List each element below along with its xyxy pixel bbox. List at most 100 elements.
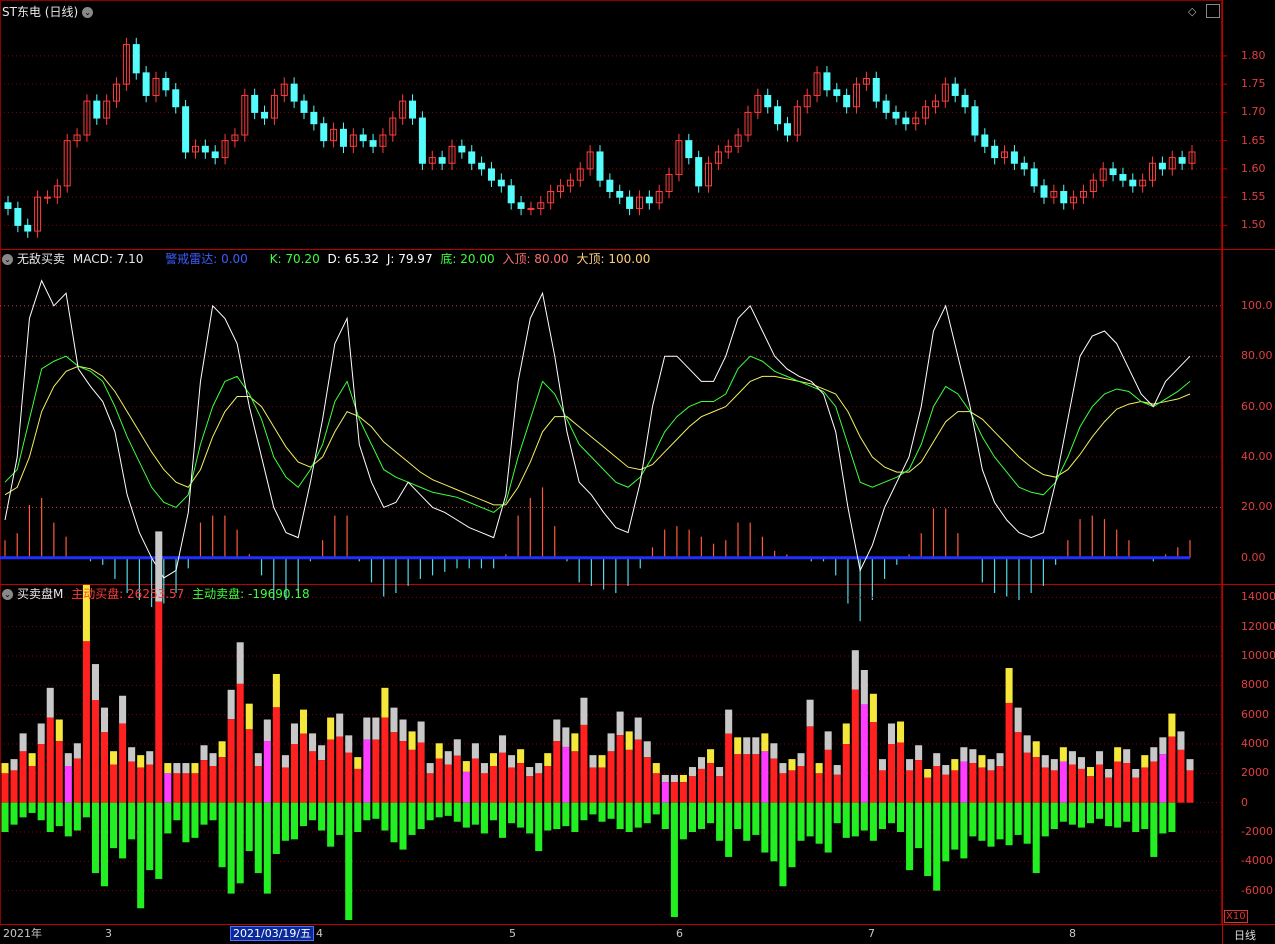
y-tick-label: 6000 xyxy=(1241,707,1269,721)
buy-cap-bar xyxy=(670,774,678,783)
indicator1-name[interactable]: 无敌买卖 xyxy=(17,252,65,266)
buy-bar xyxy=(399,741,407,803)
buy-bar xyxy=(46,717,54,803)
buy-bar xyxy=(679,782,687,803)
candle-body xyxy=(951,83,959,96)
sell-bar xyxy=(1168,802,1176,832)
buy-bar xyxy=(435,758,443,803)
buy-bar xyxy=(345,752,353,803)
buy-bar xyxy=(1068,764,1076,803)
buy-cap-bar xyxy=(480,763,488,774)
candle-body xyxy=(300,100,308,113)
buy-bar xyxy=(987,770,995,803)
buy-bar xyxy=(616,735,624,803)
buy-cap-bar xyxy=(634,717,642,740)
buy-cap-bar xyxy=(833,765,841,775)
buy-cap-bar xyxy=(1186,759,1194,771)
buy-cap-bar xyxy=(498,735,507,753)
buy-cap-bar xyxy=(471,743,479,759)
chevron-down-icon[interactable]: ⌄ xyxy=(2,589,13,600)
candle-body xyxy=(468,151,476,164)
chart-canvas[interactable] xyxy=(0,0,1275,944)
sell-bar xyxy=(1050,802,1058,830)
sell-bar xyxy=(761,802,769,853)
candle-body xyxy=(24,224,32,232)
chevron-down-icon[interactable]: ⌄ xyxy=(2,254,13,265)
zoom-button[interactable]: X10 xyxy=(1224,910,1248,923)
buy-cap-bar xyxy=(915,745,923,761)
buy-cap-bar xyxy=(191,763,199,774)
sell-bar xyxy=(779,802,787,887)
sell-bar xyxy=(28,802,36,813)
sell-bar xyxy=(634,802,642,828)
sell-bar xyxy=(408,802,416,835)
buy-cap-bar xyxy=(860,670,868,705)
buy-bar xyxy=(806,726,814,803)
buy-cap-bar xyxy=(318,745,326,761)
sell-bar xyxy=(897,802,905,832)
buy-bar xyxy=(110,764,118,803)
sell-bar xyxy=(842,802,850,838)
candle-body xyxy=(902,117,910,125)
candle-body xyxy=(339,128,347,147)
buy-cap-bar xyxy=(128,747,136,762)
sell-bar xyxy=(453,802,461,822)
period-button[interactable]: 日线 xyxy=(1234,927,1256,943)
indicator2-name[interactable]: 买卖盘M xyxy=(17,587,63,601)
sell-bar xyxy=(878,802,886,830)
candle-body xyxy=(211,151,219,159)
candle-body xyxy=(517,202,525,209)
candle-body xyxy=(1060,191,1068,204)
buy-bar xyxy=(444,764,452,803)
buy-bar xyxy=(815,773,823,803)
buy-cap-bar xyxy=(824,731,832,750)
candle-body xyxy=(833,89,841,96)
buy-cap-bar xyxy=(1114,747,1122,762)
buy-cap-bar xyxy=(1132,769,1140,778)
buy-bar xyxy=(354,768,362,803)
buy-cap-bar xyxy=(1014,707,1022,733)
buy-cap-bar xyxy=(327,717,335,740)
buy-bar xyxy=(761,751,769,803)
buy-cap-bar xyxy=(897,721,905,743)
stock-title[interactable]: ST东电 (日线) xyxy=(2,5,78,19)
y-tick-label: 1.70 xyxy=(1241,105,1266,119)
candle-body xyxy=(458,145,466,153)
cursor-date: 2021/03/19/五 xyxy=(230,926,315,941)
buy-bar xyxy=(933,766,941,803)
candle-body xyxy=(843,94,851,108)
candle-body xyxy=(182,106,190,153)
sell-bar xyxy=(517,802,525,828)
radar-value: 警戒雷达: 0.00 xyxy=(165,252,248,266)
candle-body xyxy=(892,111,900,119)
sell-bar xyxy=(770,802,778,862)
chevron-down-icon[interactable]: ⌄ xyxy=(82,7,94,18)
candle-body xyxy=(418,117,426,164)
candle-body xyxy=(991,145,999,159)
sell-bar xyxy=(100,802,109,887)
candle-body xyxy=(478,162,486,170)
buy-bar xyxy=(996,766,1004,803)
sell-bar xyxy=(887,802,896,824)
sell-bar xyxy=(372,802,380,819)
sell-bar xyxy=(82,802,90,818)
sell-bar xyxy=(526,802,534,834)
buy-cap-bar xyxy=(616,711,624,736)
sell-bar xyxy=(924,802,932,876)
candle-body xyxy=(1178,157,1186,164)
candle-body xyxy=(1129,179,1137,187)
sell-bar xyxy=(73,802,81,831)
diamond-icon[interactable]: ◇ xyxy=(1188,5,1196,18)
candle-body xyxy=(1040,185,1048,198)
buy-bar xyxy=(743,754,751,803)
maximize-icon[interactable] xyxy=(1206,4,1220,18)
d-value: D: 65.32 xyxy=(327,252,379,266)
buy-bar xyxy=(725,733,733,803)
buy-bar xyxy=(1023,752,1031,803)
y-tick-label: 1.60 xyxy=(1241,161,1266,175)
buy-cap-bar xyxy=(1150,747,1158,762)
buy-bar xyxy=(408,749,416,803)
buy-bar xyxy=(661,782,669,803)
buy-bar xyxy=(915,760,923,803)
buy-cap-bar xyxy=(725,709,733,734)
